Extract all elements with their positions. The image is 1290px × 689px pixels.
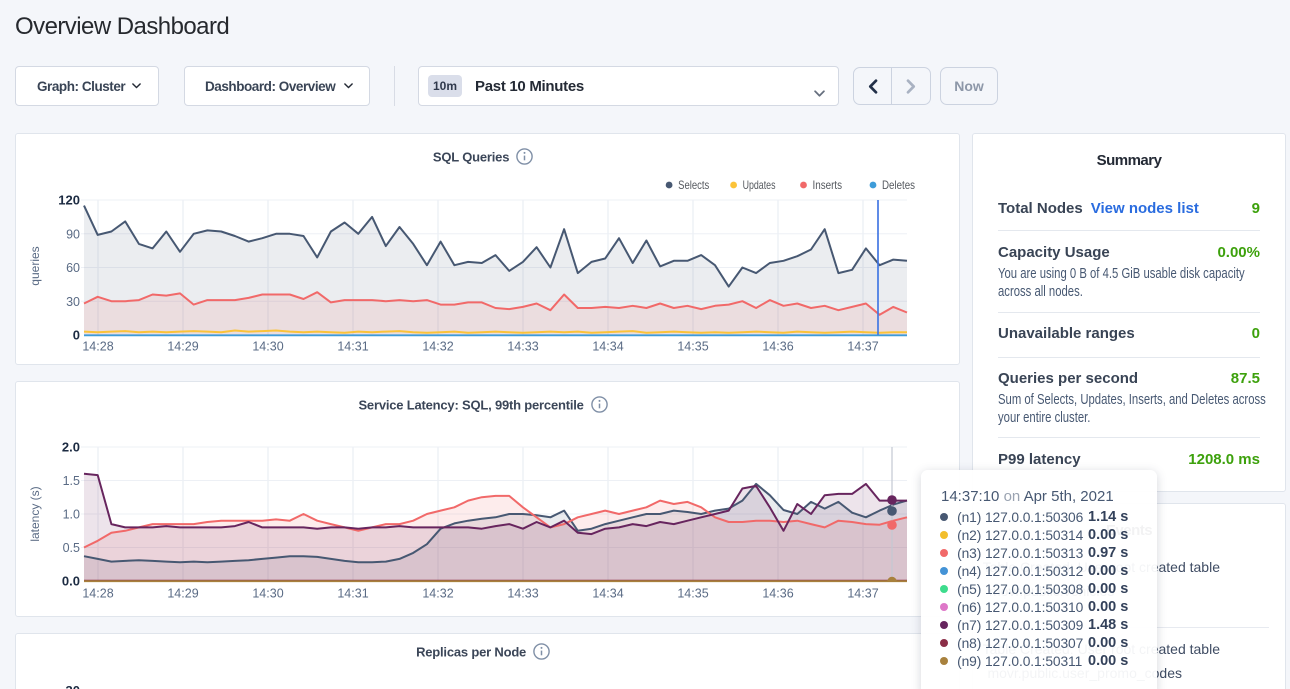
- svg-text:14:29: 14:29: [167, 587, 198, 601]
- svg-text:0: 0: [73, 328, 80, 343]
- svg-text:Inserts: Inserts: [813, 178, 843, 192]
- svg-text:30: 30: [66, 295, 80, 309]
- svg-text:2.0: 2.0: [62, 440, 80, 455]
- svg-text:0.0: 0.0: [62, 574, 80, 589]
- svg-text:14:35: 14:35: [677, 587, 708, 601]
- svg-text:14:36: 14:36: [762, 340, 793, 354]
- svg-text:14:35: 14:35: [677, 340, 708, 354]
- svg-text:14:28: 14:28: [82, 340, 113, 354]
- svg-text:latency (s): latency (s): [28, 486, 42, 541]
- svg-text:14:32: 14:32: [422, 587, 453, 601]
- svg-text:Selects: Selects: [678, 178, 709, 192]
- svg-text:14:30: 14:30: [252, 340, 283, 354]
- svg-text:14:30: 14:30: [252, 587, 283, 601]
- svg-text:90: 90: [66, 227, 80, 241]
- svg-text:14:31: 14:31: [337, 587, 368, 601]
- svg-text:14:33: 14:33: [507, 587, 538, 601]
- svg-text:Deletes: Deletes: [882, 178, 915, 192]
- svg-text:14:36: 14:36: [762, 587, 793, 601]
- svg-text:14:34: 14:34: [592, 587, 623, 601]
- svg-text:0.5: 0.5: [63, 541, 80, 555]
- svg-text:60: 60: [66, 261, 80, 275]
- svg-text:14:32: 14:32: [422, 340, 453, 354]
- svg-text:14:34: 14:34: [592, 340, 623, 354]
- svg-text:Updates: Updates: [743, 178, 776, 192]
- svg-text:14:28: 14:28: [82, 587, 113, 601]
- svg-text:14:31: 14:31: [337, 340, 368, 354]
- svg-text:queries: queries: [28, 246, 42, 285]
- svg-text:1.0: 1.0: [63, 508, 80, 522]
- svg-text:14:37: 14:37: [847, 340, 878, 354]
- svg-text:14:33: 14:33: [507, 340, 538, 354]
- svg-text:1.5: 1.5: [63, 474, 80, 488]
- svg-text:14:37: 14:37: [847, 587, 878, 601]
- svg-text:14:29: 14:29: [167, 340, 198, 354]
- svg-text:120: 120: [58, 193, 80, 208]
